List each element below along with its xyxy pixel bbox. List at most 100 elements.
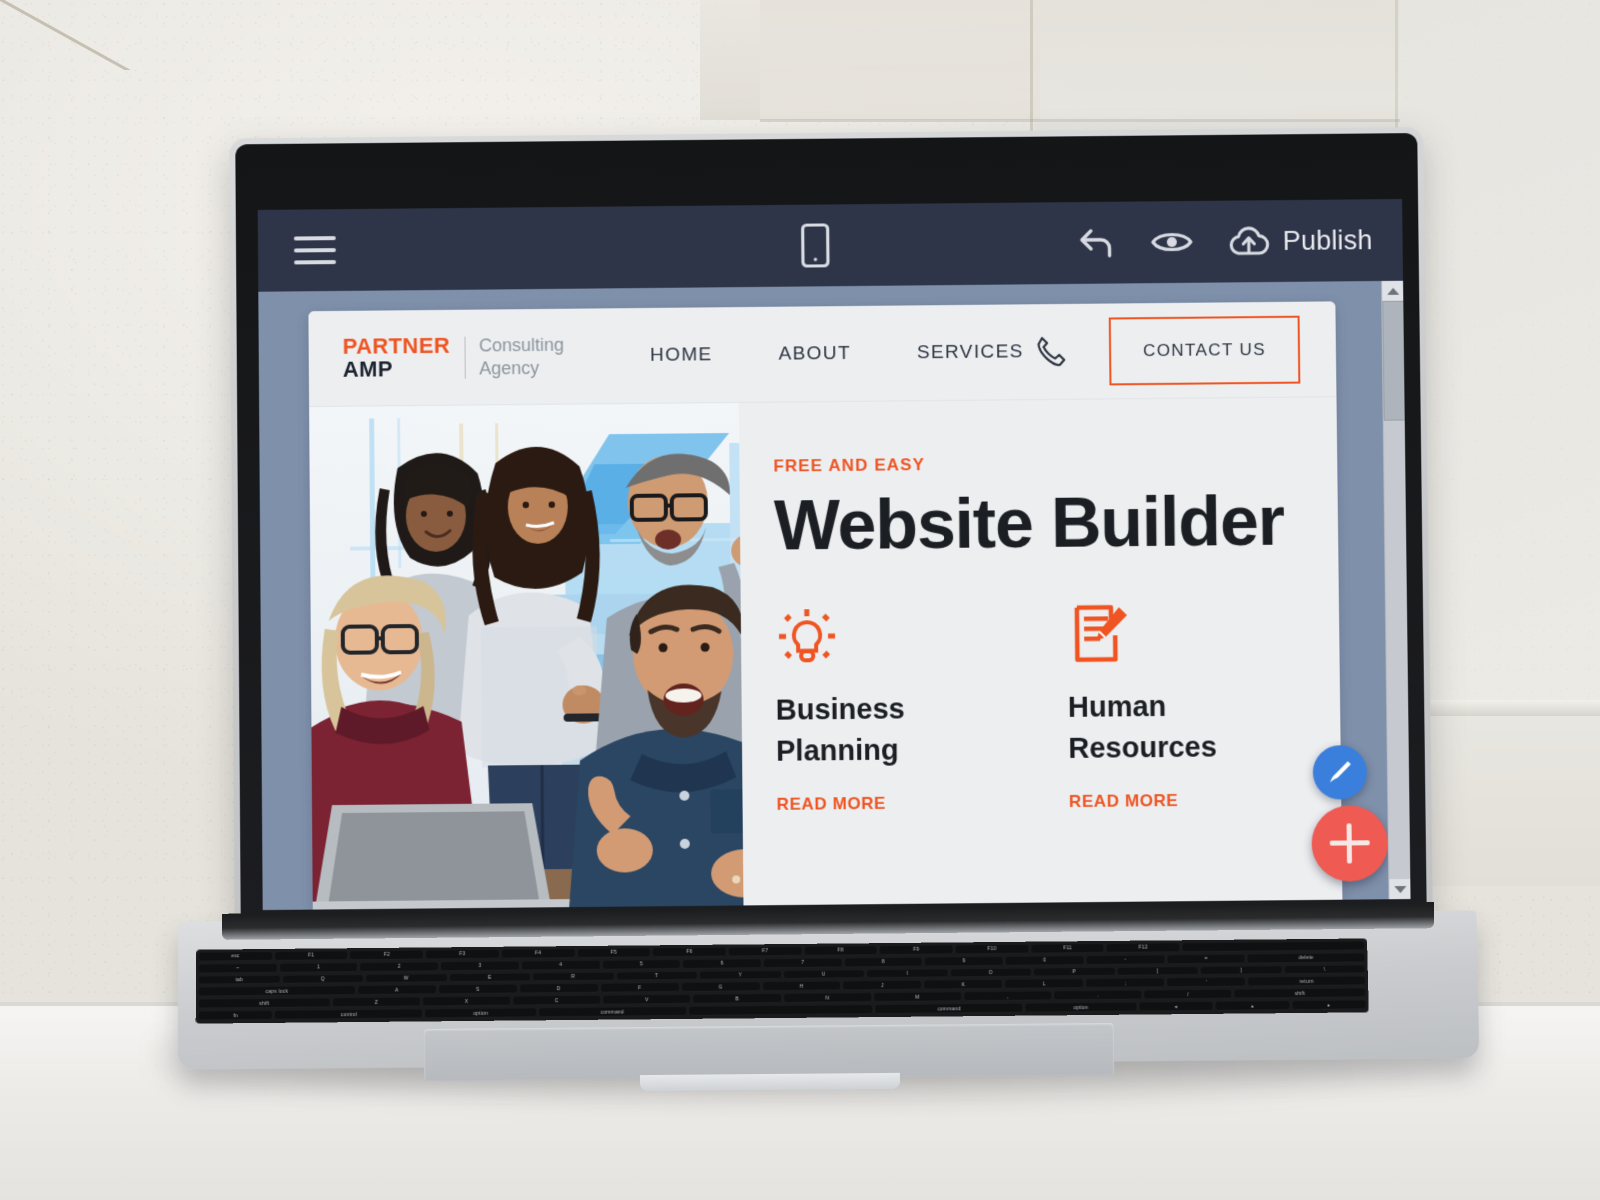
keyboard-key xyxy=(689,1005,873,1016)
logo-tagline: Consulting Agency xyxy=(479,334,564,380)
eye-preview-icon[interactable] xyxy=(1151,228,1193,256)
keyboard-key: O xyxy=(950,968,1031,978)
logo-tagline-line2: Agency xyxy=(479,356,564,379)
keyboard-key: X xyxy=(423,997,510,1007)
feature-card-human-resources[interactable]: Human Resources READ MORE xyxy=(1067,598,1302,813)
hero-eyebrow: FREE AND EASY xyxy=(773,452,1297,477)
laptop-keyboard: esc F1 F2 F3 F4 F5 F6 F7 F8 F9 F10 F11 F12 ~1 2 3 4 5 6 7 8… xyxy=(196,938,1369,1023)
team-photo-illustration xyxy=(309,403,743,910)
keyboard-key: C xyxy=(513,996,600,1006)
scroll-down-arrow-icon[interactable] xyxy=(1389,879,1411,899)
keyboard-key: F4 xyxy=(502,949,575,958)
laptop-front-notch xyxy=(640,1073,900,1091)
photo-scene: Publish PARTNER AMP Consulting Agency HO… xyxy=(0,0,1600,1200)
keyboard-key: ] xyxy=(1201,966,1282,976)
keyboard-key: P xyxy=(1034,967,1115,977)
keyboard-key: ' xyxy=(1167,978,1245,988)
read-more-link-human-resources[interactable]: READ MORE xyxy=(1069,790,1301,812)
read-more-link-business-planning[interactable]: READ MORE xyxy=(777,793,1009,815)
contact-us-button[interactable]: CONTACT US xyxy=(1109,315,1301,385)
keyboard-key: ; xyxy=(1086,979,1164,989)
keyboard-key: I xyxy=(867,969,948,979)
scrollbar-thumb[interactable] xyxy=(1382,301,1405,421)
feature-card-business-planning[interactable]: Business Planning READ MORE xyxy=(775,600,1009,815)
keyboard-key: U xyxy=(783,970,864,980)
site-header: PARTNER AMP Consulting Agency HOME ABOUT… xyxy=(308,301,1336,407)
site-logo[interactable]: PARTNER AMP Consulting Agency xyxy=(343,334,565,381)
undo-arrow-icon[interactable] xyxy=(1077,225,1117,261)
keyboard-key: F11 xyxy=(1031,944,1104,953)
keyboard-key: - xyxy=(1086,955,1164,965)
laptop: Publish PARTNER AMP Consulting Agency HO… xyxy=(0,0,1600,1200)
add-element-button[interactable] xyxy=(1311,805,1388,882)
paint-brush-icon[interactable] xyxy=(1313,745,1368,800)
document-edit-icon xyxy=(1067,598,1300,666)
keyboard-key: esc xyxy=(199,952,272,962)
keyboard-key: fn xyxy=(199,1011,273,1021)
nav-item-services[interactable]: SERVICES xyxy=(917,341,1024,364)
keyboard-key: / xyxy=(1144,990,1231,1000)
editor-canvas[interactable]: PARTNER AMP Consulting Agency HOME ABOUT… xyxy=(258,281,1410,910)
scroll-up-arrow-icon[interactable] xyxy=(1382,281,1404,301)
keyboard-key: 9 xyxy=(925,957,1003,967)
laptop-bezel: Publish PARTNER AMP Consulting Agency HO… xyxy=(235,133,1426,928)
keyboard-key: tab xyxy=(199,975,280,985)
nav-item-home[interactable]: HOME xyxy=(650,344,713,367)
keyboard-key: F12 xyxy=(1107,943,1180,952)
keyboard-key: E xyxy=(449,973,530,983)
keyboard-key: F8 xyxy=(804,946,877,955)
feature-title-line1: Business xyxy=(776,688,1009,731)
site-hero-section: FREE AND EASY Website Builder Business P… xyxy=(309,397,1342,909)
keyboard-key: V xyxy=(603,995,690,1005)
keyboard-key: 0 xyxy=(1006,956,1084,966)
nav-item-about[interactable]: ABOUT xyxy=(778,342,851,365)
keyboard-key: K xyxy=(924,980,1002,990)
keyboard-key: command xyxy=(876,1004,1023,1014)
keyboard-key: , xyxy=(964,992,1051,1002)
hero-photo xyxy=(309,403,743,910)
feature-list: Business Planning READ MORE Human Resour… xyxy=(775,598,1302,816)
logo-secondary-text: AMP xyxy=(343,357,451,380)
laptop-trackpad[interactable] xyxy=(424,1023,1114,1081)
website-preview[interactable]: PARTNER AMP Consulting Agency HOME ABOUT… xyxy=(308,301,1342,909)
feature-title-line2: Resources xyxy=(1068,727,1301,770)
keyboard-key: H xyxy=(763,982,841,992)
keyboard-key: 7 xyxy=(764,958,842,968)
keyboard-key: F2 xyxy=(350,951,423,960)
keyboard-key: ▸ xyxy=(1292,1001,1366,1011)
keyboard-key: F3 xyxy=(426,950,499,959)
keyboard-key: Q xyxy=(282,975,363,985)
keyboard-key: G xyxy=(682,983,760,993)
mobile-device-icon[interactable] xyxy=(800,222,830,268)
keyboard-key: N xyxy=(784,993,871,1003)
logo-wordmark: PARTNER AMP xyxy=(343,335,451,381)
keyboard-key: 4 xyxy=(522,961,600,971)
logo-tagline-line1: Consulting xyxy=(479,334,564,357)
page-title: Website Builder xyxy=(774,486,1299,561)
keyboard-key: 8 xyxy=(844,958,922,968)
keyboard-key: ▴ xyxy=(1215,1001,1289,1011)
keyboard-key: F5 xyxy=(577,948,650,957)
site-header-actions: CONTACT US xyxy=(1035,315,1300,385)
phone-handset-icon[interactable] xyxy=(1035,333,1069,369)
cloud-upload-icon xyxy=(1227,224,1271,258)
site-navigation: HOME ABOUT SERVICES xyxy=(650,341,1024,367)
toolbar-left-group xyxy=(258,234,558,265)
keyboard-key: A xyxy=(358,986,436,996)
keyboard-key: = xyxy=(1167,954,1245,964)
hero-text-block: FREE AND EASY Website Builder Business P… xyxy=(739,397,1343,905)
publish-button[interactable]: Publish xyxy=(1227,223,1373,258)
keyboard-key: ~ xyxy=(199,964,277,974)
keyboard-key: 5 xyxy=(602,960,680,970)
keyboard-key: 2 xyxy=(360,962,438,972)
publish-label: Publish xyxy=(1283,225,1373,257)
keyboard-key: T xyxy=(616,971,697,981)
plus-icon xyxy=(1330,823,1371,863)
hamburger-menu-icon[interactable] xyxy=(294,236,336,264)
keyboard-key: R xyxy=(533,972,614,982)
logo-primary-text: PARTNER xyxy=(343,335,451,358)
scrollbar-track[interactable] xyxy=(1383,421,1410,880)
keyboard-key: [ xyxy=(1117,967,1198,977)
feature-title-line2: Planning xyxy=(776,730,1009,773)
keyboard-key: control xyxy=(275,1010,422,1020)
